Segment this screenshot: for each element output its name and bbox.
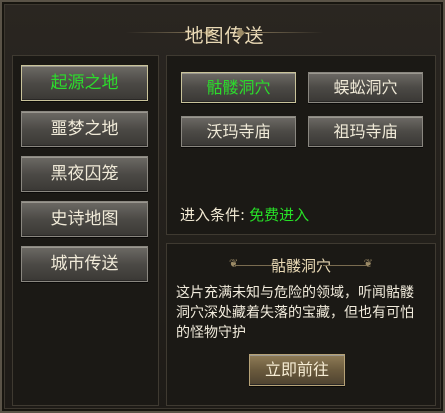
go-now-button[interactable]: 立即前往 bbox=[249, 354, 345, 386]
title-bar: ◆ 地图传送 ◆ bbox=[8, 8, 441, 52]
destination-panel: 骷髅洞穴 蜈蚣洞穴 沃玛寺庙 祖玛寺庙 进入条件: 免费进入 bbox=[166, 55, 436, 235]
requirement-value: 免费进入 bbox=[249, 206, 310, 224]
destination-centipede-cave[interactable]: 蜈蚣洞穴 bbox=[308, 72, 423, 103]
page-title: 地图传送 bbox=[184, 25, 265, 47]
teleport-panel: ◆ 地图传送 ◆ 起源之地 噩梦之地 黑夜囚笼 史诗地图 城市传送 骷髅洞穴 蜈… bbox=[0, 0, 445, 413]
region-sidebar: 起源之地 噩梦之地 黑夜囚笼 史诗地图 城市传送 bbox=[12, 55, 159, 406]
sidebar-item-city-teleport[interactable]: 城市传送 bbox=[21, 246, 148, 282]
destination-woma-temple[interactable]: 沃玛寺庙 bbox=[181, 116, 296, 147]
info-ornament-right bbox=[323, 265, 367, 266]
destination-info-panel: ❦ 骷髅洞穴 ❦ 这片充满未知与危险的领域，听闻骷髅洞穴深处藏着失落的宝藏，但也… bbox=[166, 243, 436, 406]
sidebar-item-epic-map[interactable]: 史诗地图 bbox=[21, 201, 148, 237]
requirement-label: 进入条件: bbox=[180, 206, 246, 224]
info-header: ❦ 骷髅洞穴 ❦ bbox=[167, 255, 435, 277]
destination-zuma-temple[interactable]: 祖玛寺庙 bbox=[308, 116, 423, 147]
sidebar-item-dark-cage[interactable]: 黑夜囚笼 bbox=[21, 156, 148, 192]
title-ornament-right bbox=[243, 32, 323, 33]
scroll-ornament-icon: ❦ bbox=[363, 257, 373, 270]
destination-skeleton-cave[interactable]: 骷髅洞穴 bbox=[181, 72, 296, 103]
info-title: 骷髅洞穴 bbox=[270, 257, 331, 275]
sidebar-item-nightmare-land[interactable]: 噩梦之地 bbox=[21, 111, 148, 147]
info-description: 这片充满未知与危险的领域，听闻骷髅洞穴深处藏着失落的宝藏，但也有可怕的怪物守护 bbox=[176, 285, 414, 341]
sidebar-item-origin-land[interactable]: 起源之地 bbox=[21, 65, 148, 101]
entry-requirement: 进入条件: 免费进入 bbox=[180, 204, 309, 225]
